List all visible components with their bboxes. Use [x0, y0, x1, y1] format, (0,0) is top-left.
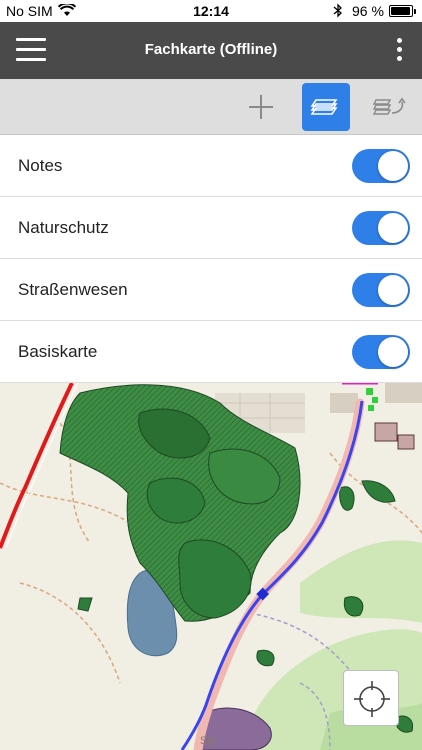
- layers-button[interactable]: [302, 83, 350, 131]
- layers-icon: [310, 99, 338, 115]
- plus-icon: [249, 95, 273, 119]
- route-list-button[interactable]: [366, 83, 414, 131]
- layer-label: Notes: [18, 156, 63, 175]
- toggle-naturschutz[interactable]: [352, 211, 410, 245]
- crosshair-icon: [354, 681, 390, 717]
- layer-label: Naturschutz: [18, 218, 109, 237]
- layer-label: Straßenwesen: [18, 280, 128, 299]
- map-toolbar: [0, 79, 422, 135]
- map-place-label: Spi: [200, 735, 216, 747]
- layer-label: Basiskarte: [18, 342, 98, 361]
- route-list-icon: [372, 97, 406, 115]
- layer-row-strassenwesen: Straßenwesen: [0, 259, 422, 321]
- layer-list: Notes Naturschutz Straßenwesen Basiskart…: [0, 135, 422, 383]
- bluetooth-icon: [333, 3, 343, 21]
- toggle-notes[interactable]: [352, 149, 410, 183]
- layer-row-notes: Notes: [0, 135, 422, 197]
- vertical-dots-icon[interactable]: [390, 38, 408, 64]
- battery-percent: 96 %: [352, 3, 384, 19]
- layer-row-basiskarte: Basiskarte: [0, 321, 422, 383]
- toggle-strassenwesen[interactable]: [352, 273, 410, 307]
- toggle-basiskarte[interactable]: [352, 335, 410, 369]
- status-bar: No SIM 12:14 96 %: [0, 0, 422, 22]
- add-button[interactable]: [237, 83, 285, 131]
- navigation-bar: Fachkarte (Offline): [0, 22, 422, 79]
- map-view[interactable]: Spi: [0, 383, 422, 750]
- battery-icon: [389, 5, 416, 17]
- layer-row-naturschutz: Naturschutz: [0, 197, 422, 259]
- page-title: Fachkarte (Offline): [144, 41, 278, 58]
- locate-button[interactable]: [343, 670, 399, 726]
